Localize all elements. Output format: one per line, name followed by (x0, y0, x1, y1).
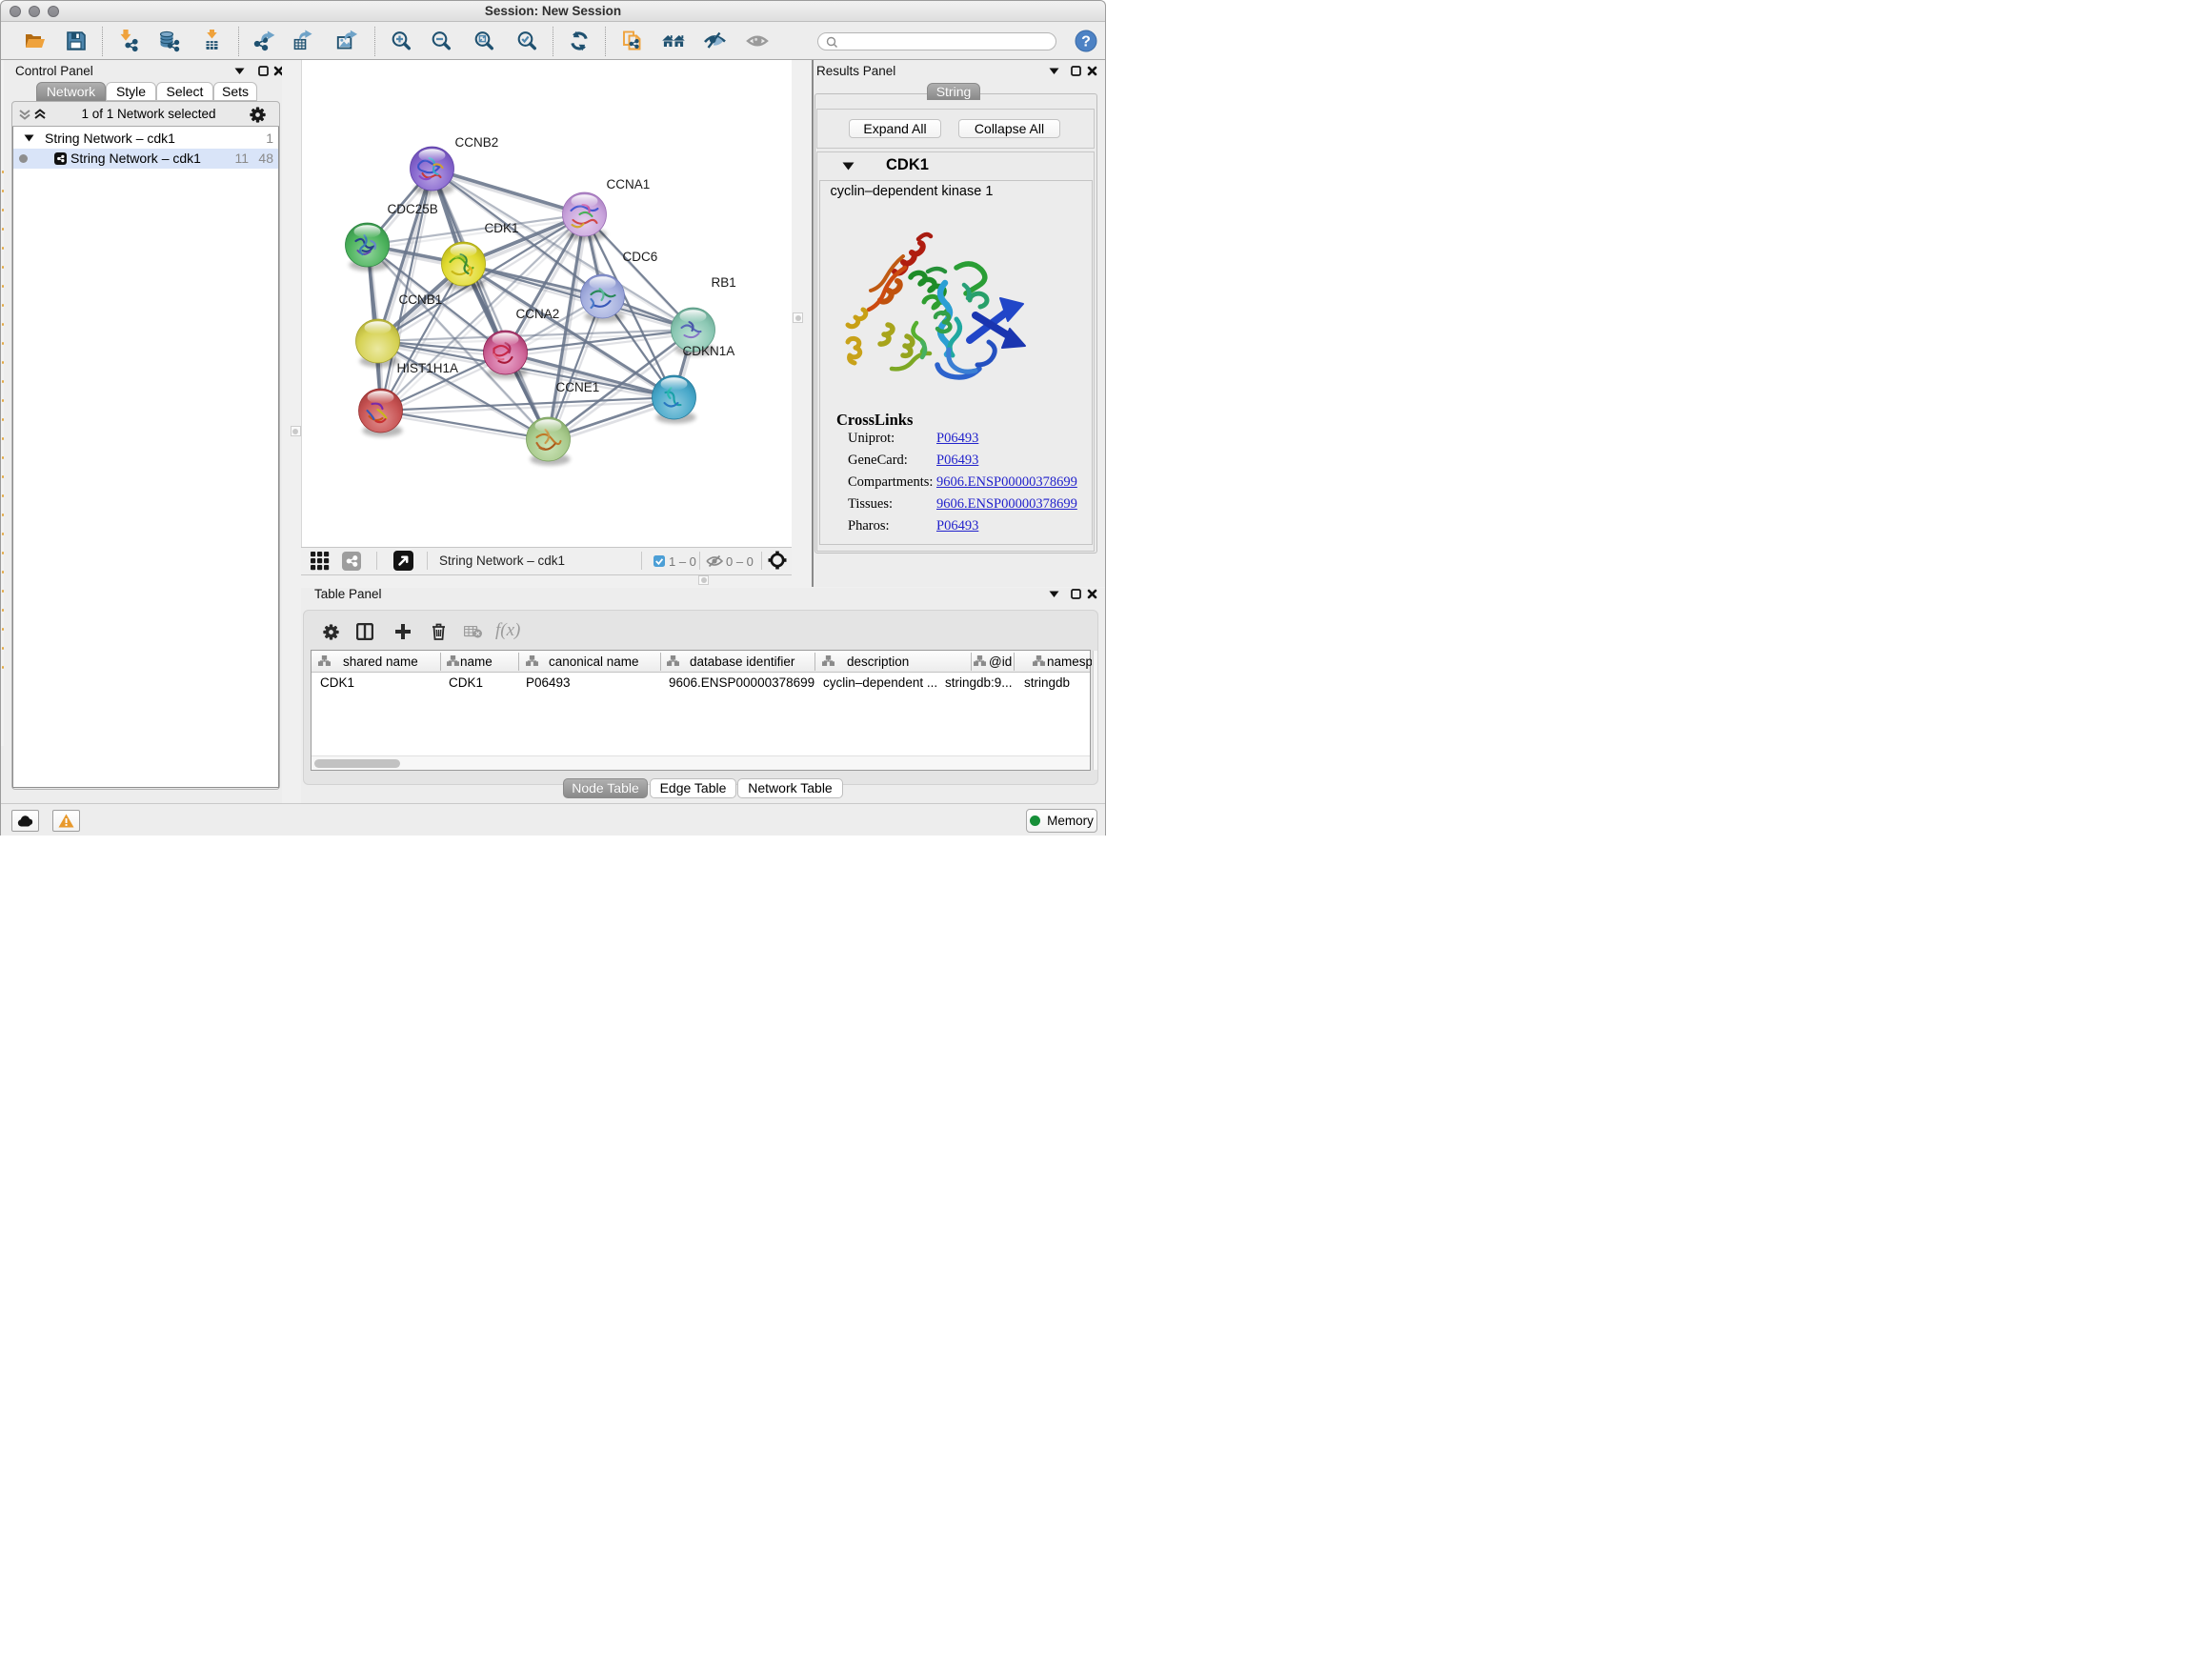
svg-text:CCNA1: CCNA1 (606, 177, 650, 191)
svg-text:CDKN1A: CDKN1A (682, 344, 734, 358)
svg-text:CCNE1: CCNE1 (555, 380, 599, 394)
svg-text:CDC6: CDC6 (622, 250, 657, 264)
svg-text:?: ? (1081, 34, 1091, 50)
svg-text:HIST1H1A: HIST1H1A (396, 361, 458, 375)
svg-text:CCNB2: CCNB2 (454, 135, 498, 150)
svg-text:CCNA2: CCNA2 (515, 307, 559, 321)
svg-text:CDK1: CDK1 (484, 221, 518, 235)
svg-text:RB1: RB1 (711, 275, 735, 290)
svg-text:CCNB1: CCNB1 (398, 292, 442, 307)
svg-text:CDC25B: CDC25B (387, 202, 437, 216)
